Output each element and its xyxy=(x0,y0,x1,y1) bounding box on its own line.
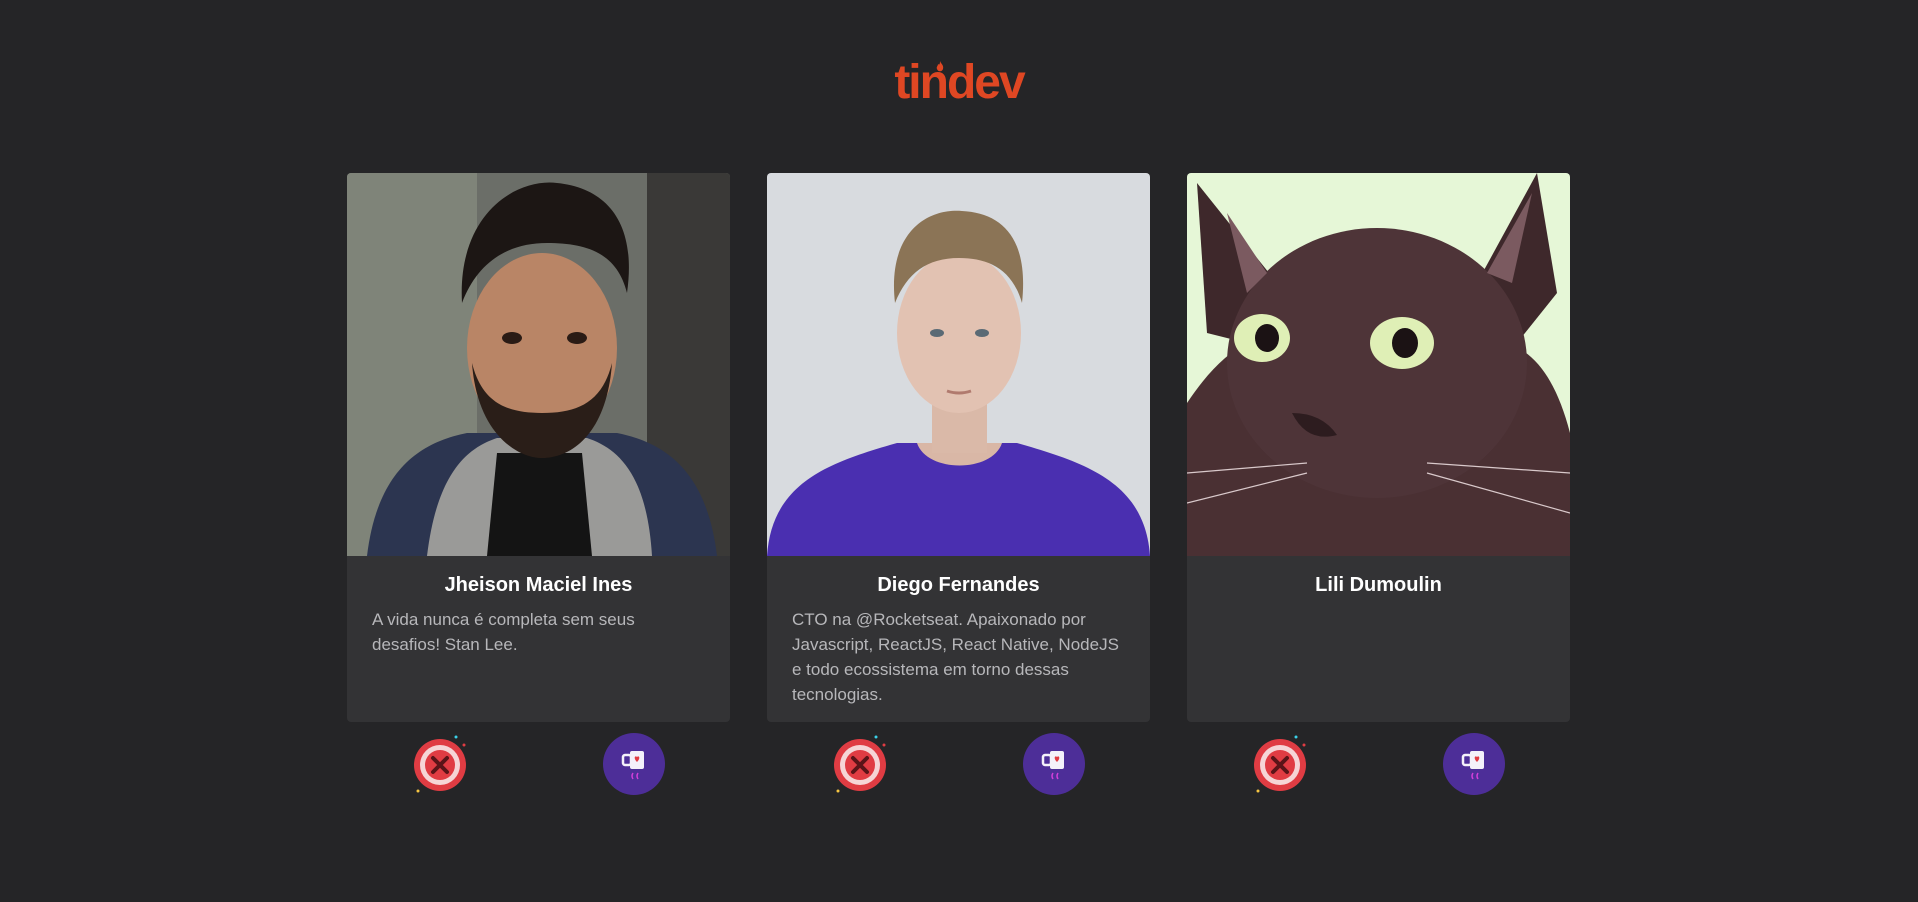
dev-bio: A vida nunca é completa sem seus desafio… xyxy=(372,610,635,654)
dev-name: Jheison Maciel Ines xyxy=(444,574,633,596)
dev-info: Jheison Maciel Ines A vida nunca é compl… xyxy=(347,556,730,657)
dislike-button[interactable] xyxy=(832,733,894,795)
tindev-logo: tindev xyxy=(894,55,1025,111)
dev-card: Lili Dumoulin xyxy=(1187,173,1570,722)
avatar xyxy=(1187,173,1570,556)
card-actions xyxy=(347,722,730,795)
card-actions xyxy=(1187,722,1570,795)
dislike-x-icon xyxy=(1254,735,1306,793)
dev-card: Diego Fernandes CTO na @Rocketseat. Apai… xyxy=(767,173,1150,722)
like-mug-icon xyxy=(603,733,665,795)
app-root: tindev Jheison Maciel Ines A vida nunca … xyxy=(0,0,1918,902)
dev-name: Lili Dumoulin xyxy=(1315,574,1442,596)
flame-icon xyxy=(936,61,944,72)
like-button[interactable] xyxy=(1443,733,1505,795)
dev-card: Jheison Maciel Ines A vida nunca é compl… xyxy=(347,173,730,722)
avatar xyxy=(767,173,1150,556)
dislike-button[interactable] xyxy=(412,733,474,795)
dev-list: Jheison Maciel Ines A vida nunca é compl… xyxy=(347,173,1571,795)
dev-name: Diego Fernandes xyxy=(877,574,1040,596)
dislike-button[interactable] xyxy=(1252,733,1314,795)
dislike-x-icon xyxy=(414,735,466,793)
dev-card-wrapper: Lili Dumoulin xyxy=(1187,173,1570,795)
dev-card-wrapper: Jheison Maciel Ines A vida nunca é compl… xyxy=(347,173,730,795)
like-button[interactable] xyxy=(1023,733,1085,795)
dev-bio: CTO na @Rocketseat. Apaixonado por Javas… xyxy=(792,610,1119,704)
logo-text: tindev xyxy=(894,56,1025,109)
dev-info: Diego Fernandes CTO na @Rocketseat. Apai… xyxy=(767,556,1150,707)
dev-info: Lili Dumoulin xyxy=(1187,556,1570,597)
like-button[interactable] xyxy=(603,733,665,795)
like-mug-icon xyxy=(1443,733,1505,795)
avatar xyxy=(347,173,730,556)
dislike-x-icon xyxy=(834,735,886,793)
card-actions xyxy=(767,722,1150,795)
like-mug-icon xyxy=(1023,733,1085,795)
dev-card-wrapper: Diego Fernandes CTO na @Rocketseat. Apai… xyxy=(767,173,1150,795)
